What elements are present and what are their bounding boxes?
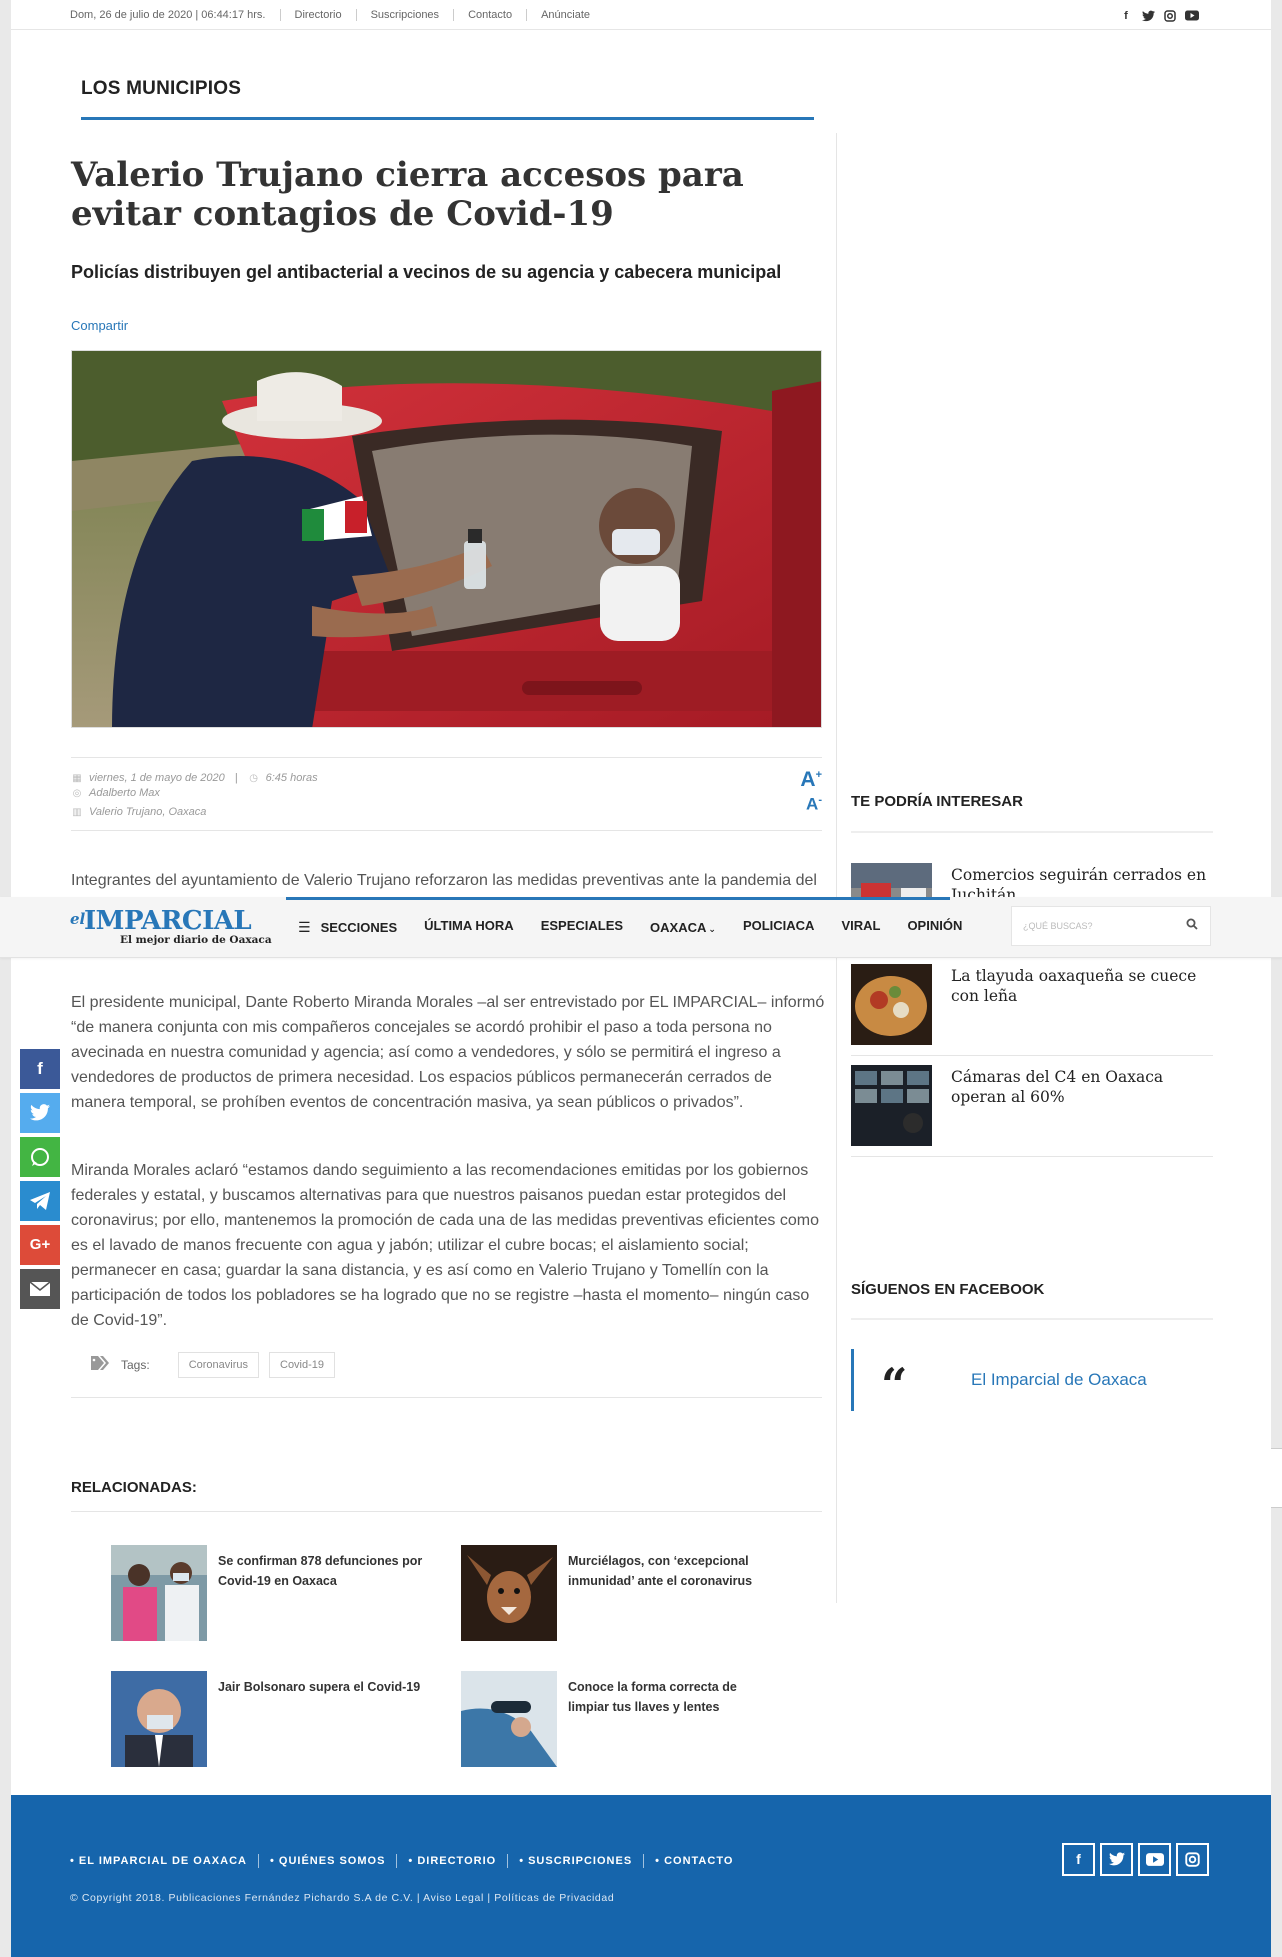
- section-header: LOS MUNICIPIOS: [81, 78, 814, 120]
- related-thumbnail: [461, 1545, 557, 1641]
- section-rule: [81, 117, 814, 120]
- current-date: Dom, 26 de julio de 2020 | 06:44:17 hrs.: [70, 9, 266, 21]
- youtube-icon[interactable]: [1185, 10, 1199, 23]
- map-icon: ▥: [72, 806, 82, 818]
- contacto-link[interactable]: Contacto: [468, 9, 512, 21]
- tag-coronavirus[interactable]: Coronavirus: [177, 1352, 259, 1378]
- article-time: 6:45 horas: [265, 772, 318, 784]
- related-item[interactable]: Conoce la forma correcta de limpiar tus …: [461, 1671, 791, 1767]
- share-facebook-button[interactable]: f: [20, 1049, 60, 1089]
- page: Dom, 26 de julio de 2020 | 06:44:17 hrs.…: [11, 0, 1271, 1957]
- share-email-button[interactable]: [20, 1269, 60, 1309]
- interest-text: Cámaras del C4 en Oaxaca operan al 60%: [951, 1068, 1164, 1106]
- related-item[interactable]: Se confirman 878 defunciones por Covid-1…: [111, 1545, 441, 1641]
- calendar-icon: ▦: [72, 772, 82, 784]
- nav-accent-line: [286, 897, 950, 900]
- article-date: viernes, 1 de mayo de 2020: [89, 772, 225, 784]
- related-title-text: Jair Bolsonaro supera el Covid-19: [218, 1680, 421, 1694]
- interest-thumbnail: [851, 964, 932, 1045]
- article-hero-image: [71, 350, 822, 728]
- twitter-icon[interactable]: [1141, 10, 1155, 23]
- nav-ultima-hora[interactable]: ÚLTIMA HORA: [424, 918, 514, 933]
- divider: [71, 1397, 822, 1398]
- font-increase-button[interactable]: A+: [800, 764, 822, 791]
- nav-opinion[interactable]: OPINIÓN: [907, 918, 962, 933]
- article-location: Valerio Trujano, Oaxaca: [89, 806, 207, 818]
- suscripciones-link[interactable]: Suscripciones: [371, 9, 439, 21]
- article-subtitle: Policías distribuyen gel antibacterial a…: [71, 262, 782, 282]
- facebook-icon[interactable]: f: [1119, 10, 1133, 23]
- article-meta: ▦ viernes, 1 de mayo de 2020 | ◷ 6:45 ho…: [71, 757, 822, 831]
- font-decrease-button[interactable]: A-: [800, 791, 822, 814]
- nav-especiales[interactable]: ESPECIALES: [541, 918, 623, 933]
- youtube-icon[interactable]: [1138, 1843, 1171, 1876]
- footer-link[interactable]: • EL IMPARCIAL DE OAXACA: [70, 1855, 247, 1867]
- user-icon: ◎: [72, 787, 82, 799]
- search-input[interactable]: ¿QUÉ BUSCAS?: [1011, 906, 1211, 946]
- chevron-down-icon: ⌄: [708, 924, 716, 934]
- related-thumbnail: [111, 1671, 207, 1767]
- tags-row: Tags: Coronavirus Covid-19: [91, 1352, 336, 1378]
- nav-oaxaca[interactable]: OAXACA ⌄: [650, 920, 716, 935]
- section-title: LOS MUNICIPIOS: [81, 78, 242, 99]
- share-telegram-button[interactable]: [20, 1181, 60, 1221]
- interest-item[interactable]: Cámaras del C4 en Oaxaca operan al 60%: [851, 1065, 1213, 1157]
- quote-icon: “: [881, 1358, 908, 1412]
- tags-label: Tags:: [121, 1358, 150, 1372]
- tag-icon: [91, 1355, 111, 1375]
- interest-title: TE PODRÍA INTERESAR: [851, 793, 1023, 810]
- column-divider: [836, 133, 837, 1603]
- share-whatsapp-button[interactable]: [20, 1137, 60, 1177]
- divider: [851, 1318, 1213, 1320]
- sticky-navbar: el IMPARCIAL El mejor diario de Oaxaca ☰…: [0, 897, 1282, 958]
- related-thumbnail: [111, 1545, 207, 1641]
- footer: • EL IMPARCIAL DE OAXACA • QUIÉNES SOMOS…: [11, 1795, 1271, 1957]
- clock-icon: ◷: [249, 772, 258, 784]
- facebook-icon[interactable]: f: [1062, 1843, 1095, 1876]
- facebook-page-link[interactable]: El Imparcial de Oaxaca: [971, 1370, 1147, 1390]
- related-title-text: Murciélagos, con ‘excepcional inmunidad’…: [568, 1554, 753, 1588]
- related-title: RELACIONADAS:: [71, 1479, 197, 1496]
- footer-link[interactable]: • CONTACTO: [655, 1855, 733, 1867]
- footer-link[interactable]: • SUSCRIPCIONES: [519, 1855, 632, 1867]
- divider: [851, 831, 1213, 833]
- footer-link[interactable]: • DIRECTORIO: [408, 1855, 496, 1867]
- interest-text: La tlayuda oaxaqueña se cuece con leña: [951, 967, 1197, 1005]
- share-google-plus-button[interactable]: G+: [20, 1225, 60, 1265]
- facebook-accent-bar: [851, 1349, 854, 1411]
- article-title: Valerio Trujano cierra accesos para evit…: [71, 155, 744, 234]
- instagram-icon[interactable]: [1176, 1843, 1209, 1876]
- instagram-icon[interactable]: [1163, 10, 1177, 23]
- site-logo[interactable]: el IMPARCIAL El mejor diario de Oaxaca: [70, 906, 275, 948]
- nav-policiaca[interactable]: POLICIACA: [743, 918, 815, 933]
- tag-covid[interactable]: Covid-19: [269, 1352, 336, 1378]
- related-title-text: Conoce la forma correcta de limpiar tus …: [568, 1680, 737, 1714]
- facebook-title: SÍGUENOS EN FACEBOOK: [851, 1281, 1045, 1298]
- article-paragraph: Miranda Morales aclaró “estamos dando se…: [71, 1162, 819, 1329]
- related-item[interactable]: Murciélagos, con ‘excepcional inmunidad’…: [461, 1545, 791, 1641]
- interest-thumbnail: [851, 1065, 932, 1146]
- twitter-icon[interactable]: [1100, 1843, 1133, 1876]
- menu-icon[interactable]: ☰: [298, 919, 311, 936]
- search-icon[interactable]: [1186, 918, 1198, 933]
- article-author: Adalberto Max: [89, 787, 160, 799]
- top-bar: Dom, 26 de julio de 2020 | 06:44:17 hrs.…: [11, 0, 1271, 30]
- anunciate-link[interactable]: Anúnciate: [541, 9, 590, 21]
- directorio-link[interactable]: Directorio: [295, 9, 342, 21]
- nav-secciones[interactable]: SECCIONES: [321, 920, 398, 935]
- share-link[interactable]: Compartir: [71, 318, 128, 333]
- interest-item[interactable]: La tlayuda oaxaqueña se cuece con leña: [851, 964, 1213, 1056]
- copyright: © Copyright 2018. Publicaciones Fernánde…: [70, 1892, 615, 1904]
- scroll-tab[interactable]: [1271, 1448, 1282, 1508]
- related-title-text: Se confirman 878 defunciones por Covid-1…: [218, 1554, 423, 1588]
- related-item[interactable]: Jair Bolsonaro supera el Covid-19: [111, 1671, 441, 1767]
- divider: [71, 1511, 822, 1512]
- footer-link[interactable]: • QUIÉNES SOMOS: [270, 1855, 385, 1867]
- article-paragraph: El presidente municipal, Dante Roberto M…: [71, 994, 825, 1111]
- related-thumbnail: [461, 1671, 557, 1767]
- share-twitter-button[interactable]: [20, 1093, 60, 1133]
- nav-viral[interactable]: VIRAL: [841, 918, 880, 933]
